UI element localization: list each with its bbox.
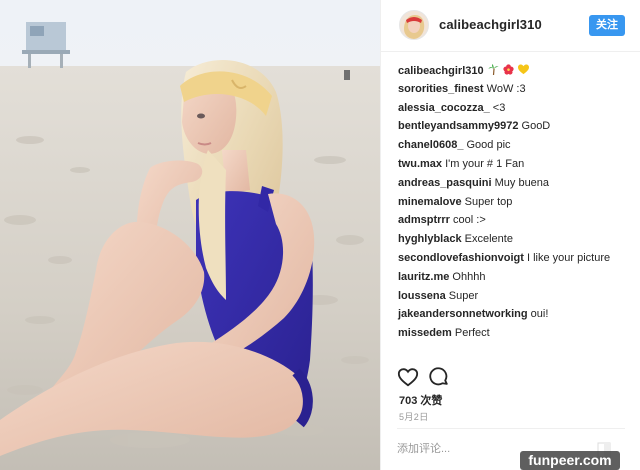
follow-button[interactable]: 关注: [589, 15, 625, 36]
comment-text: Perfect: [454, 327, 490, 340]
post-actions: [381, 362, 640, 392]
comment-username[interactable]: jakeandersonnetworking: [398, 308, 528, 320]
comment: jakeandersonnetworking oui!: [398, 308, 634, 327]
comment-username[interactable]: andreas_pasquini: [398, 177, 492, 189]
comment-username[interactable]: admsptrrr: [398, 214, 450, 226]
yellow-heart-emoji: [517, 64, 529, 75]
comment-username[interactable]: hyghlyblack: [398, 233, 462, 245]
comment: minemalove Super top: [398, 196, 634, 215]
comment-text: GooD: [521, 120, 551, 133]
avatar[interactable]: [399, 10, 429, 40]
instagram-post: calibeachgirl310 关注 calibeachgirl310 sor…: [0, 0, 640, 470]
comment-username[interactable]: alessia_cocozza_: [398, 102, 490, 114]
hibiscus-emoji: [503, 64, 514, 75]
comment: admsptrrr cool :>: [398, 214, 634, 233]
palm-tree-emoji: [488, 64, 499, 75]
comment-text: Super top: [464, 195, 513, 208]
comment-username[interactable]: bentleyandsammy9972: [398, 120, 518, 132]
comment: chanel0608_ Good pic: [398, 139, 634, 158]
comment: bentleyandsammy9972 GooD: [398, 120, 634, 139]
comment-username[interactable]: lauritz.me: [398, 271, 449, 283]
comment-username[interactable]: twu.max: [398, 158, 442, 170]
post-photo[interactable]: [0, 0, 380, 470]
comment: loussena Super: [398, 290, 634, 309]
comment-text: cool :>: [453, 214, 486, 227]
watermark: funpeer.com: [520, 451, 620, 470]
comment: sororities_finest WoW :3: [398, 83, 634, 102]
comment: twu.max I'm your # 1 Fan: [398, 158, 634, 177]
comment: alessia_cocozza_ <3: [398, 102, 634, 121]
post-author-username[interactable]: calibeachgirl310: [439, 17, 542, 32]
comment-username[interactable]: missedem: [398, 327, 452, 339]
comment-text: <3: [492, 101, 506, 114]
comment-username[interactable]: loussena: [398, 290, 446, 302]
comment-text: I like your picture: [526, 251, 611, 264]
comment-text: Ohhhh: [452, 270, 486, 283]
comment-text: Muy buena: [494, 176, 550, 189]
comment-username[interactable]: chanel0608_: [398, 139, 463, 151]
comment-text: Good pic: [466, 139, 511, 152]
comment-text: WoW :3: [486, 82, 526, 95]
comment-username[interactable]: minemalove: [398, 196, 462, 208]
likes-count[interactable]: 703 次赞: [399, 392, 442, 408]
comment-username[interactable]: calibeachgirl310: [398, 65, 484, 77]
comment-username[interactable]: sororities_finest: [398, 83, 484, 95]
comment-username[interactable]: secondlovefashionvoigt: [398, 252, 524, 264]
comment: hyghlyblack Excelente: [398, 233, 634, 252]
caption: calibeachgirl310: [398, 64, 634, 83]
comment: lauritz.me Ohhhh: [398, 271, 634, 290]
comment-text: Excelente: [464, 233, 513, 246]
post-date[interactable]: 5月2日: [399, 410, 429, 423]
comment: secondlovefashionvoigt I like your pictu…: [398, 252, 634, 271]
post-side-panel: calibeachgirl310 关注 calibeachgirl310 sor…: [380, 0, 640, 470]
comment-text: I'm your # 1 Fan: [445, 157, 525, 170]
comment-text: oui!: [530, 308, 549, 321]
comments-list: calibeachgirl310 sororities_finest WoW :…: [398, 64, 634, 346]
like-heart-icon[interactable]: [397, 366, 419, 388]
post-header: calibeachgirl310 关注: [381, 0, 640, 52]
comment: missedem Perfect: [398, 327, 634, 346]
caption-emojis: [487, 64, 529, 77]
comment-bubble-icon[interactable]: [428, 366, 450, 388]
comment-text: Super: [448, 289, 479, 302]
comment: andreas_pasquini Muy buena: [398, 177, 634, 196]
